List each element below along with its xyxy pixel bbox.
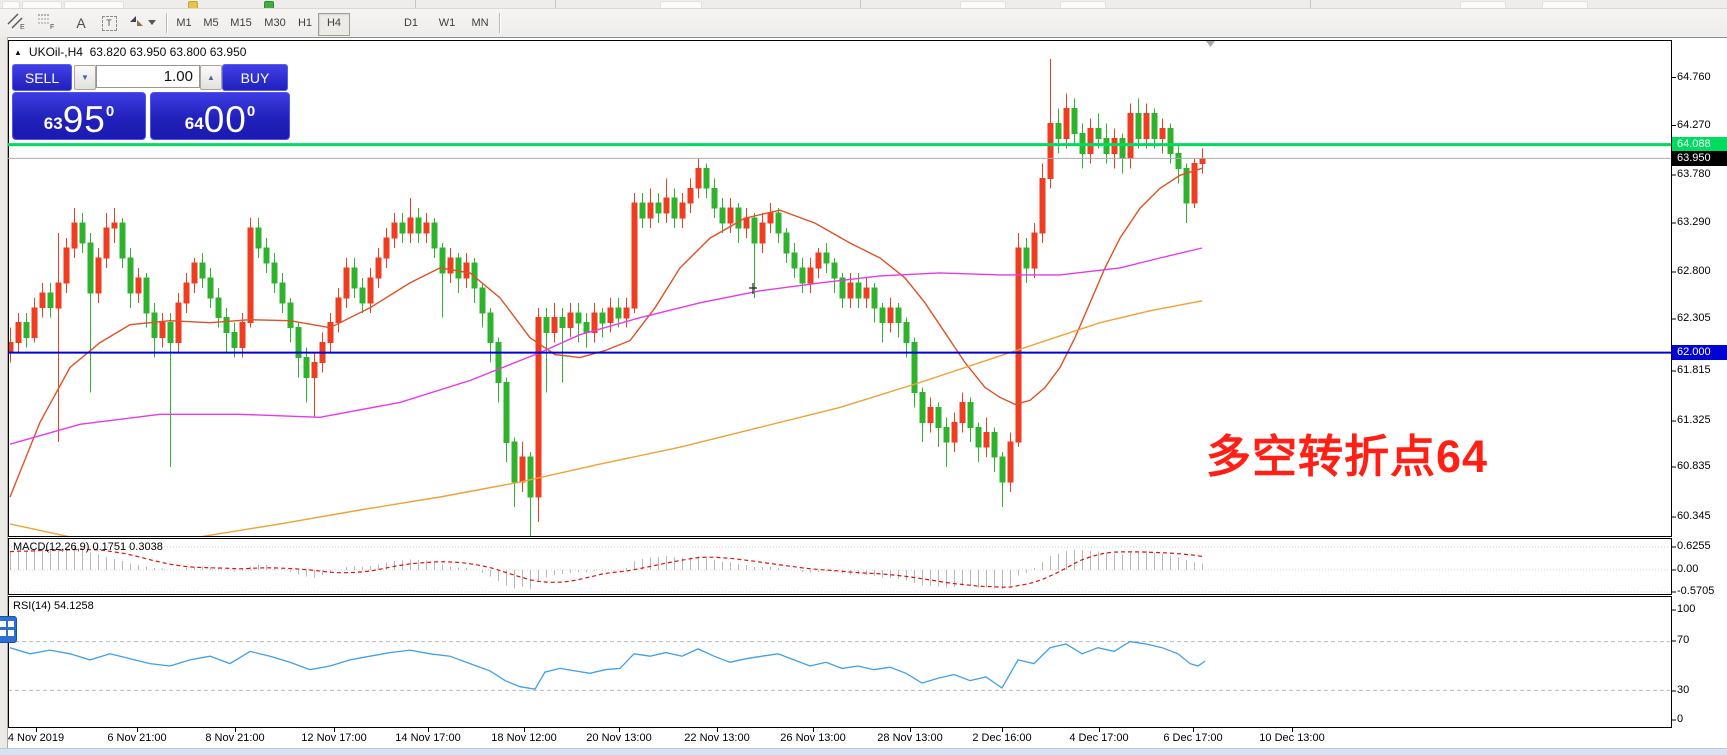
fast-ma-line bbox=[10, 168, 1202, 497]
macd-signal-line bbox=[10, 549, 1202, 587]
rsi-axis-label: 30 bbox=[1677, 684, 1689, 696]
moving-averages-layer bbox=[10, 168, 1202, 544]
time-axis-label: 26 Nov 13:00 bbox=[765, 732, 861, 744]
price-axis-label: 62.800 bbox=[1677, 265, 1711, 277]
time-axis-label: 6 Nov 21:00 bbox=[89, 732, 185, 744]
sell-price-prefix: 63 bbox=[44, 114, 63, 134]
sell-button[interactable]: SELL bbox=[12, 64, 72, 91]
time-axis-label: 4 Dec 17:00 bbox=[1051, 732, 1147, 744]
time-axis-label: 14 Nov 17:00 bbox=[380, 732, 476, 744]
volume-decrease-button[interactable]: ▼ bbox=[74, 65, 96, 90]
macd-axis-label: 0.00 bbox=[1677, 563, 1698, 575]
collapse-panel-icon[interactable]: ▲ bbox=[14, 48, 22, 57]
horizontal-lines-layer bbox=[8, 145, 1671, 353]
price-axis-label: 60.835 bbox=[1677, 460, 1711, 472]
price-axis-label: 61.325 bbox=[1677, 414, 1711, 426]
price-axis-label: 64.760 bbox=[1677, 71, 1711, 83]
macd-label: MACD(12,26,9) 0.1751 0.3038 bbox=[13, 541, 163, 553]
chart-shift-marker-icon bbox=[1206, 41, 1215, 47]
symbol-title: UKOil-,H4 63.820 63.950 63.800 63.950 bbox=[29, 45, 247, 59]
axis-ticks bbox=[37, 78, 1677, 732]
price-tag-63.950: 63.950 bbox=[1672, 151, 1727, 166]
time-axis-label: 12 Nov 17:00 bbox=[286, 732, 382, 744]
time-axis-label: 28 Nov 13:00 bbox=[862, 732, 958, 744]
macd-axis-label: -0.5705 bbox=[1677, 585, 1714, 597]
time-axis-label: 2 Dec 16:00 bbox=[954, 732, 1050, 744]
rsi-axis-label: 70 bbox=[1677, 634, 1689, 646]
rsi-line bbox=[10, 642, 1205, 690]
macd-axis-label: 0.6255 bbox=[1677, 540, 1711, 552]
one-click-trading-widget: SELL ▼ ▲ BUY 63 95 0 64 00 0 bbox=[10, 62, 290, 138]
mt4-window: E F A T M1M5M15M30H1H4D1W1MN bbox=[0, 0, 1727, 754]
sell-price-big: 95 bbox=[63, 101, 106, 138]
sell-price-superscript: 0 bbox=[106, 103, 114, 120]
price-tag-64.088: 64.088 bbox=[1672, 137, 1727, 152]
slow-ma-line bbox=[10, 248, 1202, 444]
rsi-panel-border bbox=[9, 597, 1672, 728]
rsi-axis-label: 0 bbox=[1677, 713, 1683, 725]
macd-histogram bbox=[11, 547, 1203, 589]
rsi-label: RSI(14) 54.1258 bbox=[13, 600, 94, 612]
time-axis-label: 8 Nov 21:00 bbox=[187, 732, 283, 744]
rsi-layer bbox=[8, 642, 1671, 691]
docked-widget-icon[interactable] bbox=[0, 616, 17, 643]
chart-annotation-text: 多空转折点64 bbox=[1206, 420, 1488, 485]
time-axis-label: 10 Dec 13:00 bbox=[1244, 732, 1340, 744]
price-axis-label: 63.780 bbox=[1677, 168, 1711, 180]
chevron-down-icon: ▼ bbox=[81, 73, 89, 82]
price-axis-label: 63.290 bbox=[1677, 216, 1711, 228]
long-ma-line bbox=[10, 301, 1202, 544]
buy-price-button[interactable]: 64 00 0 bbox=[150, 92, 290, 140]
time-axis-label: 20 Nov 13:00 bbox=[571, 732, 667, 744]
price-axis-label: 64.270 bbox=[1677, 119, 1711, 131]
macd-layer bbox=[8, 547, 1671, 592]
price-axis-label: 61.815 bbox=[1677, 364, 1711, 376]
symbol-ohlc-line: ▲ UKOil-,H4 63.820 63.950 63.800 63.950 bbox=[14, 45, 246, 59]
rsi-axis-label: 100 bbox=[1677, 603, 1695, 615]
buy-price-big: 00 bbox=[204, 101, 247, 138]
time-axis-label: 22 Nov 13:00 bbox=[669, 732, 765, 744]
price-axis-label: 62.305 bbox=[1677, 312, 1711, 324]
buy-button[interactable]: BUY bbox=[222, 64, 288, 91]
sell-price-button[interactable]: 63 95 0 bbox=[12, 92, 146, 140]
buy-price-superscript: 0 bbox=[247, 103, 255, 120]
volume-input[interactable] bbox=[96, 65, 200, 88]
time-axis-label: 6 Dec 17:00 bbox=[1145, 732, 1241, 744]
buy-price-prefix: 64 bbox=[185, 114, 204, 134]
bearish-candles bbox=[24, 99, 1189, 542]
price-axis-label: 60.345 bbox=[1677, 510, 1711, 522]
time-axis-label: 4 Nov 2019 bbox=[0, 732, 84, 744]
volume-increase-button[interactable]: ▲ bbox=[200, 65, 222, 90]
price-tag-62.000: 62.000 bbox=[1672, 345, 1727, 360]
chevron-up-icon: ▲ bbox=[207, 73, 215, 82]
time-axis-label: 18 Nov 12:00 bbox=[476, 732, 572, 744]
